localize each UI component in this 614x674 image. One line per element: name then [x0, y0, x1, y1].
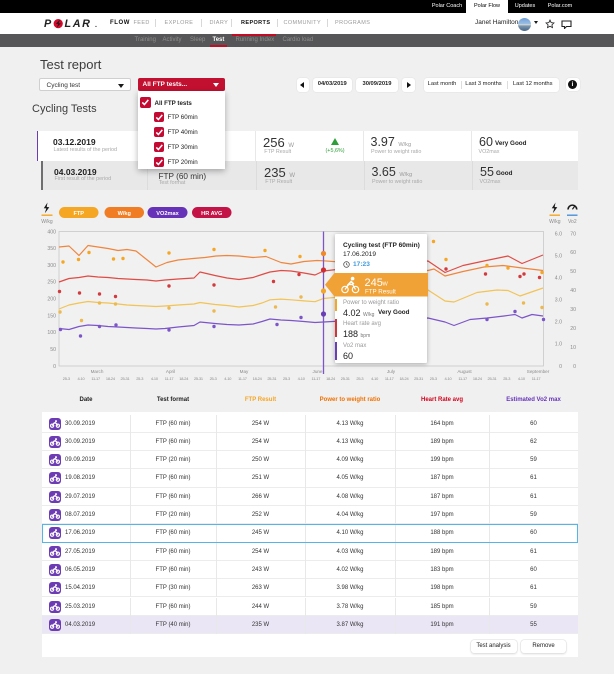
svg-text:P: P — [44, 18, 52, 29]
svg-text:25-31: 25-31 — [194, 376, 203, 381]
svg-text:25-31: 25-31 — [267, 376, 276, 381]
svg-text:40: 40 — [570, 288, 576, 294]
svg-text:4-10: 4-10 — [298, 376, 306, 381]
svg-text:HR AVG: HR AVG — [201, 211, 222, 217]
svg-text:Vo2: Vo2 — [568, 219, 577, 225]
svg-text:4-10: 4-10 — [77, 376, 85, 381]
svg-text:60: 60 — [570, 250, 576, 256]
svg-text:0: 0 — [573, 364, 576, 370]
svg-text:25-31: 25-31 — [414, 376, 423, 381]
svg-text:25-3: 25-3 — [283, 376, 290, 381]
svg-text:4.0: 4.0 — [555, 276, 562, 282]
svg-text:18-24: 18-24 — [399, 376, 409, 381]
svg-text:100: 100 — [47, 330, 56, 336]
svg-text:18-24: 18-24 — [179, 376, 189, 381]
svg-text:May: May — [240, 369, 249, 374]
svg-text:200: 200 — [47, 297, 56, 303]
svg-text:1.0: 1.0 — [555, 342, 562, 348]
svg-text:25-31: 25-31 — [121, 376, 130, 381]
svg-text:20: 20 — [570, 326, 576, 332]
svg-text:18-24: 18-24 — [253, 376, 263, 381]
svg-text:11-17: 11-17 — [238, 376, 247, 381]
svg-text:2.0: 2.0 — [555, 320, 562, 326]
svg-text:11-17: 11-17 — [165, 376, 174, 381]
svg-text:September: September — [527, 369, 550, 374]
svg-text:11-17: 11-17 — [458, 376, 467, 381]
svg-text:FTP: FTP — [73, 211, 84, 217]
svg-text:25-3: 25-3 — [430, 376, 437, 381]
svg-text:June: June — [313, 369, 323, 374]
svg-text:50: 50 — [570, 269, 576, 275]
svg-text:150: 150 — [47, 313, 56, 319]
svg-text:300: 300 — [47, 263, 56, 269]
svg-text:11-17: 11-17 — [385, 376, 394, 381]
svg-text:FTP Result: FTP Result — [365, 288, 396, 295]
svg-text:11-17: 11-17 — [532, 376, 541, 381]
svg-text:25-3: 25-3 — [503, 376, 510, 381]
svg-text:April: April — [166, 369, 175, 374]
svg-text:70: 70 — [570, 231, 576, 237]
svg-text:400: 400 — [47, 229, 56, 235]
svg-text:4-10: 4-10 — [444, 376, 452, 381]
svg-text:350: 350 — [47, 246, 56, 252]
svg-text:18-24: 18-24 — [106, 376, 116, 381]
svg-text:25-3: 25-3 — [356, 376, 363, 381]
svg-text:0: 0 — [559, 364, 562, 370]
svg-text:25-31: 25-31 — [488, 376, 497, 381]
svg-text:.: . — [95, 22, 97, 29]
svg-text:W/kg: W/kg — [41, 219, 53, 225]
svg-text:LAR: LAR — [65, 18, 92, 29]
svg-text:4-10: 4-10 — [224, 376, 232, 381]
svg-text:50: 50 — [50, 347, 56, 353]
svg-text:4-10: 4-10 — [371, 376, 379, 381]
svg-text:10: 10 — [570, 345, 576, 351]
svg-text:25-3: 25-3 — [63, 376, 70, 381]
svg-text:March: March — [91, 369, 104, 374]
svg-text:3.0: 3.0 — [555, 298, 562, 304]
svg-text:4-10: 4-10 — [518, 376, 526, 381]
svg-text:25-3: 25-3 — [136, 376, 143, 381]
svg-text:VO2max: VO2max — [156, 211, 179, 217]
svg-text:18-24: 18-24 — [326, 376, 336, 381]
svg-text:5.0: 5.0 — [555, 253, 562, 259]
svg-text:18-24: 18-24 — [473, 376, 483, 381]
svg-text:August: August — [457, 369, 472, 374]
svg-text:July: July — [387, 369, 396, 374]
svg-text:25-31: 25-31 — [341, 376, 350, 381]
svg-text:11-17: 11-17 — [91, 376, 100, 381]
svg-text:4-10: 4-10 — [151, 376, 159, 381]
svg-text:W/kg: W/kg — [549, 219, 561, 225]
svg-text:0: 0 — [53, 364, 56, 370]
svg-text:W: W — [383, 282, 389, 288]
svg-text:25-3: 25-3 — [210, 376, 217, 381]
svg-text:11-17: 11-17 — [312, 376, 321, 381]
svg-text:6.0: 6.0 — [555, 231, 562, 237]
svg-text:245: 245 — [365, 277, 383, 289]
svg-text:250: 250 — [47, 280, 56, 286]
svg-text:30: 30 — [570, 307, 576, 313]
svg-text:W/kg: W/kg — [118, 211, 132, 217]
